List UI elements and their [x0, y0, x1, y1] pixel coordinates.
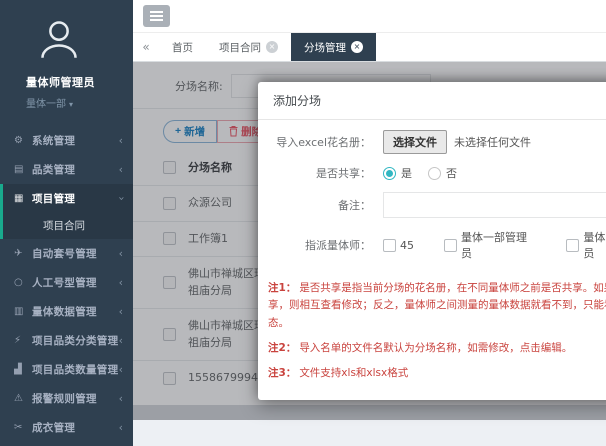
share-yes-radio[interactable]	[383, 166, 396, 180]
sidebar-nav: 系统管理 ‹ 品类管理 ‹ 项目管理 ‹ 项目合同 自动套号管理 ‹	[0, 126, 133, 446]
user-name: 量体师管理员	[26, 76, 95, 89]
assign-checkbox-dept-admin[interactable]	[444, 238, 457, 252]
caret-down-icon: ▾	[69, 100, 74, 109]
hand-icon	[14, 277, 32, 288]
sidebar-item-alarm-rule-mgmt[interactable]: 报警规则管理 ‹	[0, 384, 133, 413]
modal-notes: 注1：是否共享是指当前分场的花名册，在不同量体师之前是否共享。如果设置共享，则相…	[258, 272, 606, 383]
person-icon	[41, 21, 77, 58]
sidebar-item-project-category-qty-mgmt[interactable]: 项目品类数量管理 ‹	[0, 355, 133, 384]
paper-plane-icon	[14, 248, 32, 259]
close-icon[interactable]: ×	[351, 41, 363, 53]
choose-file-button[interactable]: 选择文件	[383, 130, 447, 154]
modal-title: 添加分场	[258, 82, 606, 120]
tab-subvenue-mgmt[interactable]: 分场管理 ×	[291, 33, 376, 61]
chevron-left-icon: ‹	[118, 276, 123, 289]
close-icon[interactable]: ×	[266, 41, 278, 53]
sidebar-collapse-button[interactable]	[143, 5, 170, 27]
remark-field: 备注：	[258, 192, 606, 218]
file-empty-text: 未选择任何文件	[454, 136, 531, 149]
database-icon	[14, 306, 32, 317]
grid-icon	[14, 193, 32, 204]
topbar	[133, 0, 606, 33]
assign-checkbox-measurer-admin[interactable]	[566, 238, 580, 252]
sidebar-section-project-mgmt: 项目管理 ‹ 项目合同	[0, 184, 133, 239]
chevron-left-icon: ‹	[118, 134, 123, 147]
sidebar: 量体师管理员 量体一部▾ 系统管理 ‹ 品类管理 ‹ 项目管理 ‹	[0, 0, 133, 446]
sidebar-item-project-mgmt[interactable]: 项目管理 ‹	[3, 184, 133, 213]
avatar	[36, 16, 133, 66]
share-no-radio[interactable]	[428, 166, 441, 180]
import-file-field: 导入excel花名册： 选择文件 未选择任何文件	[258, 130, 606, 154]
app-window: 量体师管理员 量体一部▾ 系统管理 ‹ 品类管理 ‹ 项目管理 ‹	[0, 0, 606, 446]
chevron-left-icon: ‹	[118, 334, 123, 347]
modal-body: 导入excel花名册： 选择文件 未选择任何文件 是否共享： 是 否 备注： 指…	[258, 120, 606, 383]
note-2: 注2： 导入名单的文件名默认为分场名称，如需修改，点击编辑。	[268, 341, 573, 354]
department-dropdown[interactable]: 量体一部 ▾	[26, 95, 133, 110]
sidebar-item-category-mgmt[interactable]: 品类管理 ‹	[0, 155, 133, 184]
sidebar-item-efficiency-stats-mgmt[interactable]: 效率统计管理 ‹	[0, 442, 133, 446]
gear-icon	[14, 135, 32, 146]
add-subvenue-modal: 添加分场 导入excel花名册： 选择文件 未选择任何文件 是否共享： 是 否 …	[258, 82, 606, 400]
sidebar-item-auto-size-mgmt[interactable]: 自动套号管理 ‹	[0, 239, 133, 268]
footer-strip	[133, 420, 606, 446]
chevron-left-icon: ‹	[118, 392, 123, 405]
sidebar-item-system-mgmt[interactable]: 系统管理 ‹	[0, 126, 133, 155]
assign-checkbox-45[interactable]	[383, 238, 396, 252]
assign-field: 指派量体师： 45 量体一部管理员 量体师管理员	[305, 231, 606, 260]
user-profile: 量体师管理员 量体一部 ▾	[0, 0, 133, 120]
sidebar-item-garment-mgmt[interactable]: 成衣管理 ‹	[0, 413, 133, 442]
scissors-icon	[14, 422, 32, 433]
chevron-left-icon: ‹	[118, 421, 123, 434]
chevron-left-icon: ‹	[118, 363, 123, 376]
tab-project-contract[interactable]: 项目合同 ×	[206, 33, 291, 61]
bar-chart-icon	[14, 364, 32, 375]
double-chevron-left-icon[interactable]: «	[133, 33, 159, 61]
sidebar-item-project-category-class-mgmt[interactable]: 项目品类分类管理 ‹	[0, 326, 133, 355]
sidebar-subitem-project-contract[interactable]: 项目合同	[3, 213, 133, 239]
chevron-left-icon: ‹	[118, 305, 123, 318]
tab-bar: « 首页 项目合同 × 分场管理 ×	[133, 33, 606, 62]
department-label: 量体一部	[26, 99, 66, 110]
sidebar-item-measure-data-mgmt[interactable]: 量体数据管理 ‹	[0, 297, 133, 326]
car-icon	[14, 393, 32, 404]
note-3: 注3： 文件支持xls和xlsx格式	[268, 367, 409, 380]
list-icon	[14, 164, 32, 175]
note-1: 注1：是否共享是指当前分场的花名册，在不同量体师之前是否共享。如果设置共享，则相…	[268, 282, 606, 329]
chevron-left-icon: ‹	[118, 247, 123, 260]
chevron-down-icon: ‹	[114, 196, 128, 201]
tab-home[interactable]: 首页	[159, 33, 206, 61]
remark-input[interactable]	[383, 192, 606, 218]
hamburger-icon	[150, 11, 163, 13]
sidebar-item-manual-size-mgmt[interactable]: 人工号型管理 ‹	[0, 268, 133, 297]
motorcycle-icon	[14, 335, 32, 346]
chevron-left-icon: ‹	[118, 163, 123, 176]
share-field: 是否共享： 是 否	[316, 166, 457, 180]
